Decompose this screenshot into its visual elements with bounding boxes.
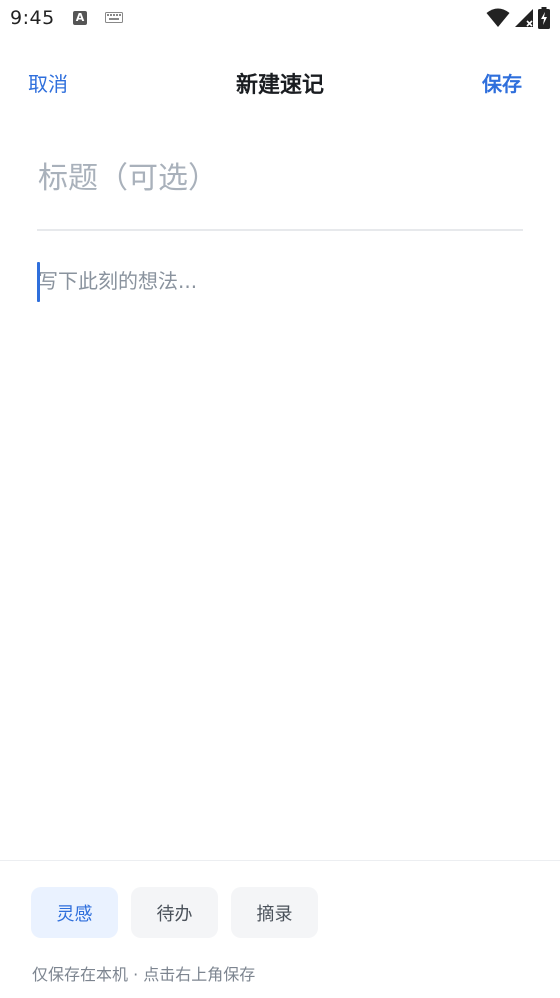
header: 取消 新建速记 保存: [0, 50, 560, 114]
wifi-icon: [486, 8, 510, 27]
status-bar: 9:45 A: [0, 0, 560, 38]
footer-note: 仅保存在本机 · 点击右上角保存: [32, 965, 256, 984]
battery-charging-icon: [538, 7, 550, 29]
body-textarea[interactable]: [38, 262, 522, 822]
signal-icon: [515, 9, 533, 27]
a-notification-icon: A: [73, 11, 87, 25]
tag-chip-inspiration[interactable]: 灵感: [31, 887, 118, 938]
title-input[interactable]: [38, 152, 522, 204]
status-time: 9:45: [10, 7, 55, 29]
tag-chip-todo[interactable]: 待办: [131, 887, 218, 938]
text-cursor: [37, 262, 40, 302]
save-button[interactable]: 保存: [482, 68, 522, 97]
tag-panel: 灵感 待办 摘录 仅保存在本机 · 点击右上角保存: [0, 860, 560, 998]
page-title: 新建速记: [235, 73, 324, 98]
body-area: [37, 262, 522, 822]
tag-chip-excerpt[interactable]: 摘录: [231, 887, 318, 938]
keyboard-icon: [105, 12, 123, 23]
tag-chips: 灵感 待办 摘录: [31, 887, 318, 938]
title-divider: [37, 229, 523, 231]
status-right-icons: [486, 7, 550, 29]
